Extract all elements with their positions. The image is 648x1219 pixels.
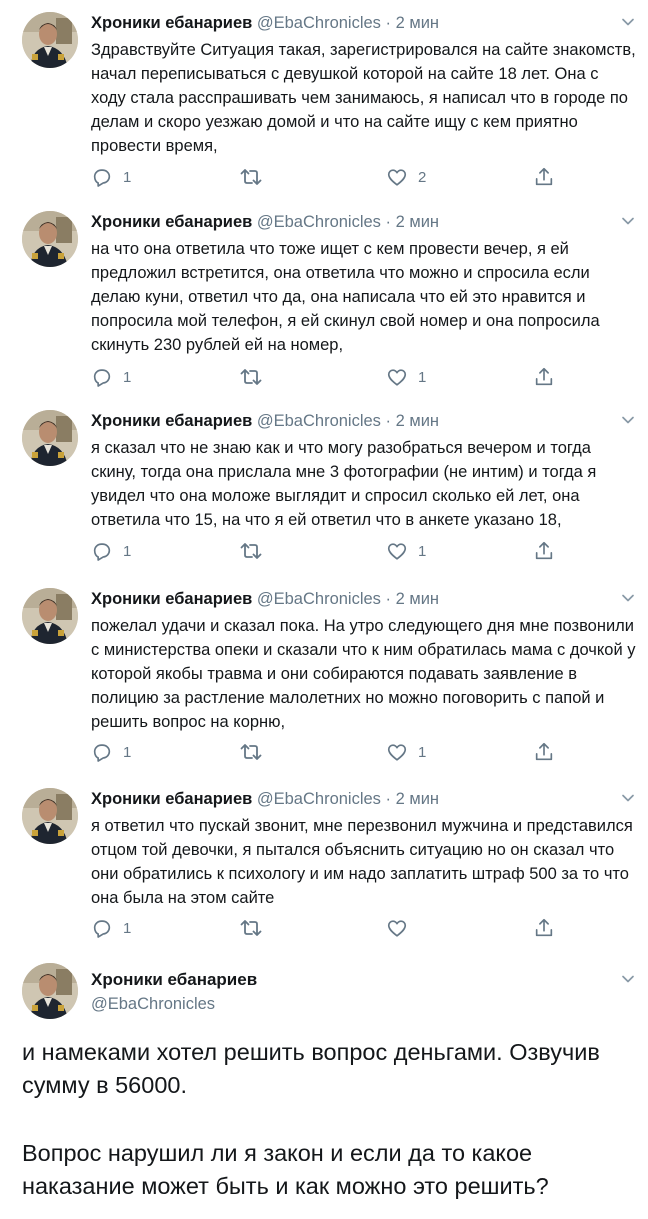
reply-count: 1	[123, 542, 132, 560]
like-count: 1	[418, 542, 427, 560]
tweet[interactable]: Хроники ебанариев @EbaChronicles · 2 мин…	[0, 12, 648, 198]
author-name[interactable]: Хроники ебанариев	[91, 969, 257, 991]
author-name[interactable]: Хроники ебанариев	[91, 213, 252, 231]
chevron-down-icon[interactable]	[620, 590, 636, 606]
chevron-down-icon[interactable]	[620, 971, 636, 987]
reply-count: 1	[123, 743, 132, 761]
share-button[interactable]	[533, 740, 555, 764]
reply-icon	[91, 917, 113, 939]
heart-icon	[386, 741, 408, 763]
heart-icon	[386, 366, 408, 388]
tweet-header: Хроники ебанариев @EbaChronicles · 2 мин	[91, 211, 439, 233]
tweet-actions: 1 1	[91, 740, 561, 764]
share-icon	[533, 166, 555, 188]
tweet-meta[interactable]: @EbaChronicles · 2 мин	[257, 790, 439, 808]
share-icon	[533, 741, 555, 763]
share-icon	[533, 917, 555, 939]
share-button[interactable]	[533, 365, 555, 389]
author-name-text[interactable]: Хроники ебанариев	[91, 970, 257, 989]
share-icon	[533, 366, 555, 388]
reply-button[interactable]: 1	[91, 740, 131, 764]
like-button[interactable]: 2	[386, 165, 426, 189]
author-name[interactable]: Хроники ебанариев	[91, 790, 252, 808]
retweet-icon	[239, 916, 263, 940]
tweet-expanded[interactable]: Хроники ебанариев @EbaChronicles и намек…	[0, 963, 648, 1219]
share-icon	[533, 540, 555, 562]
retweet-icon	[239, 165, 263, 189]
reply-button[interactable]: 1	[91, 916, 131, 940]
reply-button[interactable]: 1	[91, 365, 131, 389]
chevron-down-icon[interactable]	[620, 213, 636, 229]
tweet-header: Хроники ебанариев @EbaChronicles · 2 мин	[91, 12, 439, 34]
tweet-text: пожелал удачи и сказал пока. На утро сле…	[91, 617, 636, 731]
retweet-icon	[239, 539, 263, 563]
retweet-button[interactable]	[239, 740, 273, 764]
tweet-header: Хроники ебанариев @EbaChronicles · 2 мин	[91, 588, 439, 610]
tweet-actions: 1 1	[91, 539, 561, 563]
tweet-text-paragraph: и намеками хотел решить вопрос деньгами.…	[22, 1039, 600, 1098]
like-count: 1	[418, 368, 427, 386]
like-button[interactable]: 1	[386, 740, 426, 764]
tweet-meta[interactable]: @EbaChronicles · 2 мин	[257, 14, 439, 32]
chevron-down-icon[interactable]	[620, 412, 636, 428]
avatar[interactable]	[22, 963, 78, 1019]
reply-count: 1	[123, 168, 132, 186]
tweet[interactable]: Хроники ебанариев @EbaChronicles · 2 мин…	[0, 588, 648, 768]
avatar[interactable]	[22, 588, 78, 644]
tweet-actions: 1	[91, 916, 561, 940]
retweet-button[interactable]	[239, 165, 273, 189]
tweet-meta[interactable]: @EbaChronicles · 2 мин	[257, 590, 439, 608]
reply-icon	[91, 366, 113, 388]
tweet-header: Хроники ебанариев @EbaChronicles · 2 мин	[91, 788, 439, 810]
like-button[interactable]	[386, 916, 418, 940]
tweet-actions: 1 2	[91, 165, 561, 189]
reply-button[interactable]: 1	[91, 539, 131, 563]
reply-icon	[91, 166, 113, 188]
avatar[interactable]	[22, 211, 78, 267]
reply-count: 1	[123, 368, 132, 386]
reply-count: 1	[123, 919, 132, 937]
retweet-icon	[239, 365, 263, 389]
like-count: 2	[418, 168, 427, 186]
tweet-header: Хроники ебанариев @EbaChronicles · 2 мин	[91, 410, 439, 432]
heart-icon	[386, 540, 408, 562]
chevron-down-icon[interactable]	[620, 14, 636, 30]
retweet-icon	[239, 740, 263, 764]
tweet-meta[interactable]: @EbaChronicles · 2 мин	[257, 213, 439, 231]
author-name[interactable]: Хроники ебанариев	[91, 590, 252, 608]
retweet-button[interactable]	[239, 539, 273, 563]
tweet-actions: 1 1	[91, 365, 561, 389]
tweet[interactable]: Хроники ебанариев @EbaChronicles · 2 мин…	[0, 211, 648, 391]
share-button[interactable]	[533, 539, 555, 563]
tweet[interactable]: Хроники ебанариев @EbaChronicles · 2 мин…	[0, 788, 648, 943]
like-count: 1	[418, 743, 427, 761]
tweet-text: на что она ответила что тоже ищет с кем …	[91, 240, 600, 354]
tweet-meta[interactable]: @EbaChronicles · 2 мин	[257, 412, 439, 430]
share-button[interactable]	[533, 165, 555, 189]
tweet-text: я сказал что не знаю как и что могу разо…	[91, 439, 597, 529]
reply-icon	[91, 540, 113, 562]
author-handle[interactable]: @EbaChronicles	[91, 993, 215, 1015]
author-name[interactable]: Хроники ебанариев	[91, 14, 252, 32]
like-button[interactable]: 1	[386, 539, 426, 563]
avatar[interactable]	[22, 410, 78, 466]
share-button[interactable]	[533, 916, 555, 940]
tweet-text: я ответил что пускай звонит, мне перезво…	[91, 817, 633, 907]
retweet-button[interactable]	[239, 916, 273, 940]
retweet-button[interactable]	[239, 365, 273, 389]
tweet-text-paragraph: Вопрос нарушил ли я закон и если да то к…	[22, 1140, 549, 1199]
tweet[interactable]: Хроники ебанариев @EbaChronicles · 2 мин…	[0, 410, 648, 570]
heart-icon	[386, 166, 408, 188]
avatar[interactable]	[22, 788, 78, 844]
like-button[interactable]: 1	[386, 365, 426, 389]
author-name[interactable]: Хроники ебанариев	[91, 412, 252, 430]
chevron-down-icon[interactable]	[620, 790, 636, 806]
reply-icon	[91, 741, 113, 763]
avatar[interactable]	[22, 12, 78, 68]
reply-button[interactable]: 1	[91, 165, 131, 189]
tweet-text: Здравствуйте Ситуация такая, зарегистрир…	[91, 41, 636, 155]
heart-icon	[386, 917, 408, 939]
